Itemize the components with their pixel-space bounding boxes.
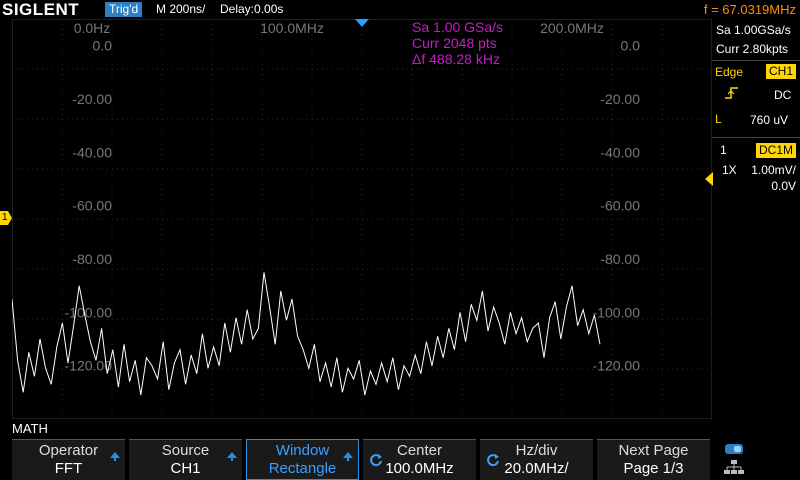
x-tick-label: 200.0MHz	[540, 20, 604, 36]
ch1-coupling-badge: DC1M	[756, 143, 797, 158]
softkey-window-value: Rectangle	[268, 460, 337, 477]
right-info-panel: Sa 1.00GSa/s Curr 2.80kpts Edge CH1 DC L…	[712, 19, 800, 419]
softkey-operator-value: FFT	[54, 460, 83, 477]
x-tick-label: 100.0MHz	[260, 20, 324, 36]
panel-sample-rate: Sa 1.00GSa/s	[716, 23, 791, 37]
y-tick-label: -80.00	[600, 251, 640, 267]
softkey-operator[interactable]: Operator FFT	[12, 439, 125, 480]
ch1-number: 1	[720, 143, 727, 157]
softkey-source-title: Source	[161, 442, 210, 459]
softkey-window[interactable]: Window Rectangle	[246, 439, 359, 480]
y-tick-label: -40.00	[600, 144, 640, 160]
network-icon	[724, 459, 744, 480]
softkey-center-title: Center	[396, 442, 443, 459]
top-status-bar: SIGLENT Trig'd M 200ns/ Delay:0.00s f = …	[0, 0, 800, 19]
fft-info-block: Sa 1.00 GSa/s Curr 2048 pts Δf 488.28 kH…	[412, 19, 503, 67]
y-tick-label: -100.00	[65, 304, 113, 320]
fft-resolution: Δf 488.28 kHz	[412, 51, 500, 67]
y-tick-label: 0.0	[621, 38, 641, 54]
delay-readout[interactable]: Delay:0.00s	[220, 2, 283, 17]
softkey-next-page-value: Page 1/3	[623, 460, 684, 477]
trigger-coupling: DC	[774, 88, 792, 102]
timebase-readout[interactable]: M 200ns/	[156, 2, 205, 17]
y-tick-label: -60.00	[600, 198, 640, 214]
rising-edge-icon	[724, 86, 740, 100]
ch1-scale: 1.00mV/	[751, 163, 796, 177]
y-tick-label: -20.00	[72, 91, 112, 107]
y-tick-label: -40.00	[72, 144, 112, 160]
fft-graticule: 0.0Hz 100.0MHz 200.0MHz 0.0 0.0 -20.00 -20.00…	[11, 18, 713, 420]
softkey-hz-div-title: Hz/div	[515, 442, 558, 459]
fft-current-points: Curr 2048 pts	[412, 35, 497, 51]
softkey-source[interactable]: Source CH1	[129, 439, 242, 480]
ch1-marker-label: 1	[2, 212, 8, 223]
softkey-center[interactable]: Center 100.0MHz	[363, 439, 476, 480]
fft-sample-rate: Sa 1.00 GSa/s	[412, 19, 504, 35]
softkey-next-page[interactable]: Next Page Page 1/3	[597, 439, 710, 480]
toggle-icon	[724, 442, 744, 460]
ch1-offset-marker[interactable]: 1	[0, 211, 12, 225]
brand-logo: SIGLENT	[2, 0, 80, 19]
trigger-source-badge: CH1	[766, 64, 797, 79]
softkey-source-value: CH1	[170, 460, 201, 477]
submenu-arrow-icon	[343, 452, 353, 461]
fft-display[interactable]: 0.0Hz 100.0MHz 200.0MHz 0.0 0.0 -20.00 -20.00…	[11, 18, 713, 420]
y-tick-label: -120.00	[593, 358, 641, 374]
ch1-probe: 1X	[722, 163, 737, 177]
trigger-type: Edge	[715, 65, 744, 79]
submenu-arrow-icon	[227, 452, 237, 461]
math-menu-title: MATH	[12, 421, 48, 436]
panel-current-points: Curr 2.80kpts	[716, 42, 789, 56]
softkey-hz-div-value: 20.0MHz/	[504, 460, 569, 477]
y-tick-label: -60.00	[72, 198, 112, 214]
submenu-arrow-icon	[110, 452, 120, 461]
softkey-window-title: Window	[275, 442, 330, 459]
softkey-center-value: 100.0MHz	[385, 460, 454, 477]
y-tick-label: 0.0	[93, 38, 113, 54]
softkey-next-page-title: Next Page	[618, 442, 689, 459]
trigger-status-badge: Trig'd	[105, 2, 143, 17]
y-tick-label: -80.00	[72, 251, 112, 267]
frequency-counter: f = 67.0319MHz	[703, 2, 796, 17]
y-tick-label: -20.00	[600, 91, 640, 107]
softkey-operator-title: Operator	[38, 442, 99, 459]
trigger-level-value: 760 uV	[750, 113, 789, 127]
x-tick-label: 0.0Hz	[74, 20, 111, 36]
softkey-hz-div[interactable]: Hz/div 20.0MHz/	[480, 439, 593, 480]
status-icons	[714, 439, 800, 480]
ch1-offset: 0.0V	[771, 179, 796, 193]
y-tick-label: -100.00	[593, 304, 641, 320]
trigger-level-label: L	[715, 112, 722, 126]
